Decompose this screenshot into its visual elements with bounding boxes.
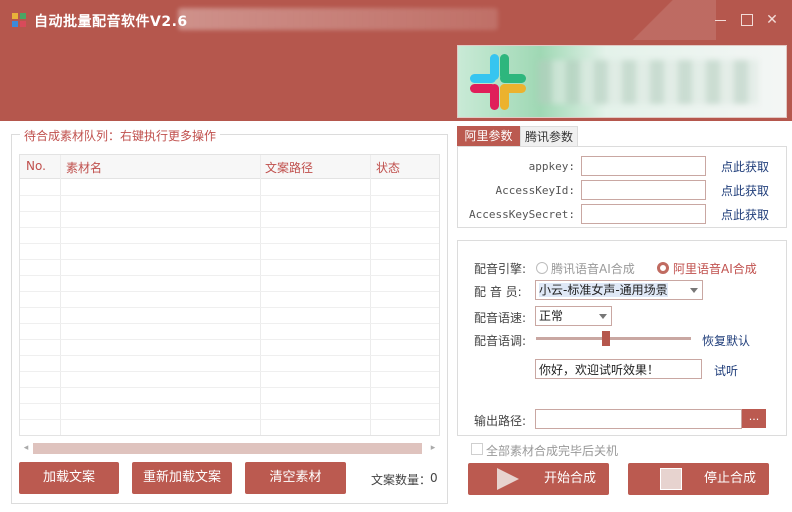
- reload-script-button[interactable]: 重新加载文案: [132, 462, 232, 494]
- blurred-title-area: [178, 8, 498, 30]
- scroll-left-arrow-icon[interactable]: ◂: [19, 441, 33, 455]
- shutdown-checkbox[interactable]: [471, 443, 483, 455]
- script-count-label: 文案数量：: [371, 473, 432, 487]
- tab-ali-params[interactable]: 阿里参数: [457, 126, 520, 146]
- table-grid-line: [20, 227, 439, 228]
- start-synthesis-label: 开始合成: [544, 471, 597, 486]
- access-key-id-label: AccessKeyId:: [495, 184, 575, 197]
- load-script-button[interactable]: 加载文案: [19, 462, 119, 494]
- access-key-id-get-link[interactable]: 点此获取: [721, 182, 769, 199]
- table-grid-line: [20, 435, 440, 436]
- access-key-id-input[interactable]: [581, 180, 706, 200]
- table-grid-line: [20, 275, 439, 276]
- title-decoration: [616, 0, 716, 40]
- table-grid-line: [20, 419, 439, 420]
- horizontal-scrollbar[interactable]: ◂ ▸: [19, 441, 440, 455]
- queue-group-title: 待合成素材队列：右键执行更多操作: [20, 127, 221, 144]
- table-grid-line: [20, 355, 439, 356]
- scroll-right-arrow-icon[interactable]: ▸: [426, 441, 440, 455]
- stop-synthesis-label: 停止合成: [704, 471, 757, 486]
- chevron-down-icon: [599, 314, 607, 319]
- table-grid-line: [20, 403, 439, 404]
- access-key-secret-input[interactable]: [581, 204, 706, 224]
- browse-button[interactable]: ...: [742, 409, 766, 428]
- column-script-path[interactable]: 文案路径: [265, 159, 313, 176]
- table-grid-line: [20, 259, 439, 260]
- voice-select[interactable]: 小云-标准女声-通用场景: [535, 280, 703, 300]
- table-grid-line: [20, 307, 439, 308]
- output-path-label: 输出路径:: [474, 414, 527, 428]
- engine-radio-ali[interactable]: [657, 262, 669, 274]
- appkey-input[interactable]: [581, 156, 706, 176]
- material-table[interactable]: No. 素材名 文案路径 状态: [19, 154, 440, 436]
- table-grid-line: [20, 243, 439, 244]
- engine-radio-tencent[interactable]: [536, 262, 548, 274]
- voice-label: 配 音 员:: [474, 285, 522, 299]
- maximize-button[interactable]: [739, 12, 755, 28]
- pitch-slider-thumb[interactable]: [601, 331, 610, 346]
- minimize-button[interactable]: [713, 12, 729, 28]
- appkey-label: appkey:: [528, 160, 575, 173]
- ad-banner[interactable]: [457, 45, 787, 118]
- scrollbar-thumb[interactable]: [33, 443, 422, 454]
- engine-label: 配音引擎:: [474, 262, 527, 276]
- table-body: [20, 179, 440, 436]
- appkey-get-link[interactable]: 点此获取: [721, 158, 769, 175]
- voice-select-value: 小云-标准女声-通用场景: [539, 283, 668, 297]
- pitch-slider-track[interactable]: [536, 337, 691, 340]
- table-header: No. 素材名 文案路径 状态: [20, 155, 439, 179]
- table-grid-line: [20, 291, 439, 292]
- table-grid-line: [20, 323, 439, 324]
- speed-select-value: 正常: [539, 309, 564, 323]
- pitch-label: 配音语调:: [474, 334, 527, 348]
- stop-icon: [660, 468, 682, 490]
- start-synthesis-button[interactable]: 开始合成: [468, 463, 609, 495]
- column-status[interactable]: 状态: [376, 159, 400, 176]
- table-grid-line: [20, 195, 439, 196]
- preview-listen-link[interactable]: 试听: [714, 362, 738, 379]
- title-bar: 自动批量配音软件V2.6 ✕: [0, 0, 792, 121]
- window-title: 自动批量配音软件V2.6: [34, 14, 188, 30]
- stop-synthesis-button[interactable]: 停止合成: [628, 463, 769, 495]
- speed-select[interactable]: 正常: [535, 306, 612, 326]
- engine-option-ali-label[interactable]: 阿里语音AI合成: [673, 260, 757, 277]
- access-key-secret-get-link[interactable]: 点此获取: [721, 206, 769, 223]
- preview-text-input[interactable]: [535, 359, 702, 379]
- clear-materials-button[interactable]: 清空素材: [245, 462, 346, 494]
- close-button[interactable]: ✕: [764, 12, 780, 28]
- speed-label: 配音语速:: [474, 311, 527, 325]
- shutdown-label[interactable]: 全部素材合成完毕后关机: [486, 442, 618, 459]
- slack-logo-icon: [470, 54, 526, 110]
- script-count-value: 0: [430, 471, 438, 485]
- chevron-down-icon: [690, 288, 698, 293]
- access-key-secret-label: AccessKeySecret:: [469, 208, 575, 221]
- table-grid-line: [20, 387, 439, 388]
- engine-option-tencent-label[interactable]: 腾讯语音AI合成: [551, 260, 635, 277]
- table-grid-line: [20, 339, 439, 340]
- play-icon: [497, 468, 519, 490]
- column-no[interactable]: No.: [26, 159, 46, 173]
- tab-tencent-params[interactable]: 腾讯参数: [520, 126, 578, 146]
- output-path-input[interactable]: [535, 409, 742, 429]
- banner-blurred-text: [538, 60, 758, 104]
- table-grid-line: [20, 371, 439, 372]
- column-material-name[interactable]: 素材名: [66, 159, 102, 176]
- table-grid-line: [20, 211, 439, 212]
- reset-default-link[interactable]: 恢复默认: [702, 332, 750, 349]
- app-logo-icon: [12, 13, 26, 27]
